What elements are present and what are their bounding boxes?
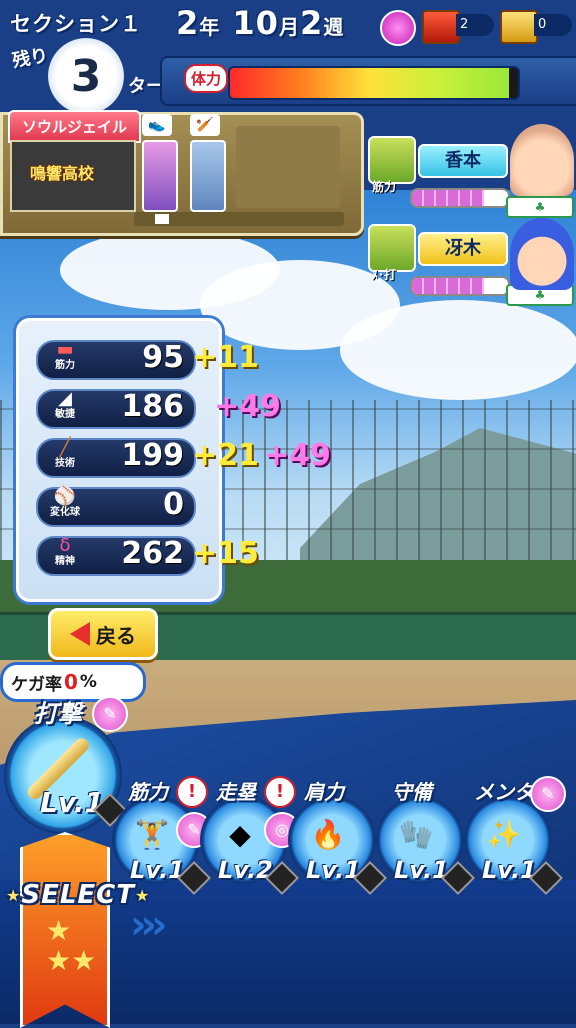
partner-type: 筋力 [372,180,397,194]
section-label: セクション１ [10,12,142,36]
glove-icon: 🧤 [398,818,434,851]
partner-type: ﾒ･打 [372,268,397,282]
date-year-unit: 年 [199,15,221,39]
red-treasure-chest-icon[interactable] [422,10,460,44]
stat-value: 186 [121,389,184,424]
pink-bonus-icon: ✎ [92,696,128,732]
turn-counter: 3 [48,38,124,114]
select-label: SELECT [21,880,135,910]
partner-portrait [510,218,574,290]
partner-name: 冴木 [418,232,508,266]
stamina-label: 体力 [184,64,229,93]
calendar-date: 2年 10月2週 [176,4,344,42]
date-week: 2 [299,4,324,42]
partner-name: 香本 [418,144,508,178]
partner-card-saeki[interactable]: ﾒ･打 冴木 ♣ [364,218,576,306]
card-scrollbar-thumb[interactable] [155,214,169,224]
stat-value: 95 [142,340,184,375]
stamina-gauge-fill [230,68,510,98]
base-icon: ◆ [229,818,251,851]
event-card-slot[interactable] [190,140,226,212]
turns-remaining: 3 [70,50,102,102]
stamina-gauge [228,66,520,100]
spirit-icon: δ 精神 [55,535,75,568]
practice-title: 走塁 [216,780,256,804]
injury-unit: % [79,672,97,692]
chevron-right-icon: ››› [130,902,168,948]
partner-portrait [510,124,574,196]
fire-ball-icon: 🔥 [310,818,346,851]
bond-badge-icon: ♣ [506,196,574,218]
school-logo: 鳴響高校 [30,164,95,183]
stat-bonus: +49 [264,438,331,473]
practice-level: Lv.1 [40,786,104,819]
practice-level: Lv.1 [394,856,449,884]
sparkle-icon: ✨ [486,818,522,851]
back-arrow-icon [70,622,90,646]
stat-value: 0 [163,487,184,522]
date-month-unit: 月 [278,15,300,39]
select-button[interactable]: ★SELECT★ [6,880,150,910]
baseball-icon: ⚾ 変化球 [50,486,80,519]
bond-gauge [410,188,510,208]
gold-treasure-chest-icon[interactable] [500,10,538,44]
stat-value: 262 [121,536,184,571]
partner-card-kamoto[interactable]: 筋力 香本 ♣ [364,124,576,218]
practice-title: 守備 [392,780,432,804]
dumbbell-icon: ▬ 筋力 [55,339,75,372]
shoe-icon: 👟 [142,114,172,136]
injury-value: 0 [64,670,78,694]
back-button[interactable]: 戻る [48,608,158,660]
shoe-icon: ◢ 敏捷 [55,388,75,421]
school-panel-tab[interactable]: ソウルジェイル [8,110,142,143]
practice-title: 打撃 [34,700,82,728]
pink-bonus-icon: ✎ [530,776,566,812]
empty-card-area [236,126,340,208]
star-icon: ★ ★★ [46,914,97,977]
practice-level: Lv.1 [482,856,537,884]
back-button-label: 戻る [96,623,136,648]
bat-icon: 🏏 [190,114,220,136]
dumbbell-icon [368,136,416,184]
practice-level: Lv.1 [306,856,361,884]
alert-icon: ! [176,776,208,808]
stat-value: 199 [121,438,184,473]
alert-icon: ! [264,776,296,808]
star-icon: ★ [6,886,22,905]
practice-title: 筋力 [128,780,168,804]
stat-bonus: +21 [192,438,259,473]
cloud [340,300,576,400]
stat-bonus: +15 [192,536,259,571]
date-year: 2 [176,4,200,42]
date-week-unit: 週 [323,15,345,39]
stat-bonus: +11 [192,340,259,375]
practice-level: Lv.2 [218,856,273,884]
red-chest-count: 2 [456,14,494,36]
pink-face-icon[interactable] [380,10,416,46]
bond-gauge-fill [412,190,484,206]
bat-icon: ╱ 技術 [55,437,75,470]
practice-title: 肩力 [304,780,344,804]
dumbbell-icon: 🏋 [134,818,170,851]
bat-icon [368,224,416,272]
injury-label: ケガ率 [11,674,62,695]
practice-title: メンタ [474,780,534,804]
stat-bonus: +49 [214,389,281,424]
gold-chest-count: 0 [534,14,572,36]
bond-gauge-fill [412,278,484,294]
event-card-slot[interactable] [142,140,178,212]
bond-gauge [410,276,510,296]
date-month: 10 [232,4,279,42]
